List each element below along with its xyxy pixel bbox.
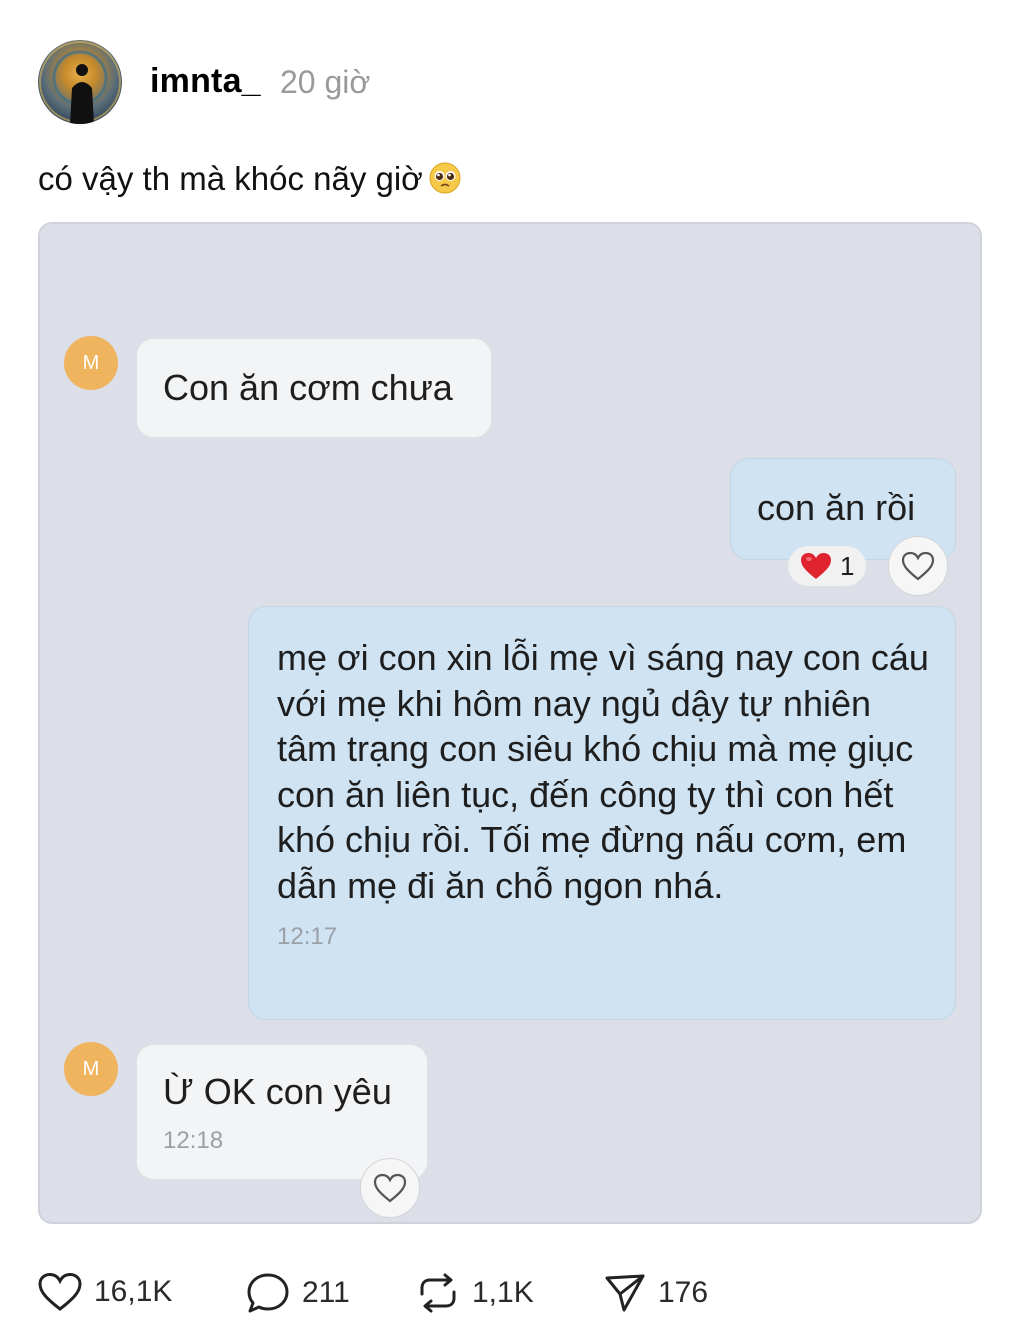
red-heart-icon <box>800 552 832 580</box>
message-bubble-outgoing: mẹ ơi con xin lỗi mẹ vì sáng nay con cáu… <box>248 606 956 1020</box>
post-actions-bar: 16,1K 211 1,1K 176 <box>38 1272 982 1320</box>
share-count: 176 <box>658 1276 709 1309</box>
contact-initial: M <box>82 352 100 374</box>
user-avatar[interactable] <box>38 40 122 124</box>
message-bubble-incoming: Con ăn cơm chưa <box>136 338 492 438</box>
contact-avatar: M <box>64 1042 118 1096</box>
heart-outline-icon <box>901 551 935 581</box>
heart-icon <box>38 1272 82 1311</box>
contact-avatar: M <box>64 336 118 390</box>
caption-text: có vậy th mà khóc nãy giờ <box>38 160 423 197</box>
reaction-badge[interactable]: 1 <box>788 546 867 586</box>
comment-button[interactable]: 211 <box>246 1272 350 1314</box>
repost-icon <box>420 1273 456 1313</box>
comment-icon <box>247 1273 289 1313</box>
username[interactable]: imnta_ <box>150 62 261 101</box>
repost-button[interactable]: 1,1K <box>416 1272 534 1314</box>
contact-initial: M <box>82 1058 100 1080</box>
share-button[interactable]: 176 <box>604 1272 708 1314</box>
like-message-button[interactable] <box>888 536 948 596</box>
like-button[interactable]: 16,1K <box>38 1272 172 1312</box>
like-count: 16,1K <box>94 1275 173 1308</box>
heart-outline-icon <box>373 1173 407 1203</box>
message-text: mẹ ơi con xin lỗi mẹ vì sáng nay con cáu… <box>277 637 929 906</box>
message-text: Con ăn cơm chưa <box>163 367 453 408</box>
message-text: Ừ OK con yêu <box>163 1071 392 1112</box>
post-time: 20 giờ <box>280 64 371 100</box>
message-time: 12:18 <box>163 1127 224 1154</box>
message-text: con ăn rồi <box>757 487 916 528</box>
message-time: 12:17 <box>277 923 338 950</box>
pleading-face-icon <box>429 162 461 194</box>
comment-count: 211 <box>302 1276 350 1309</box>
avatar-silhouette-icon <box>39 41 121 124</box>
send-icon <box>605 1274 645 1312</box>
chat-screenshot-image[interactable]: M Con ăn cơm chưa con ăn rồi 1 mẹ ơi con… <box>38 222 982 1224</box>
like-message-button[interactable] <box>360 1158 420 1218</box>
repost-count: 1,1K <box>472 1276 534 1309</box>
reaction-count: 1 <box>840 550 855 581</box>
post-caption: có vậy th mà khóc nãy giờ <box>38 160 461 198</box>
